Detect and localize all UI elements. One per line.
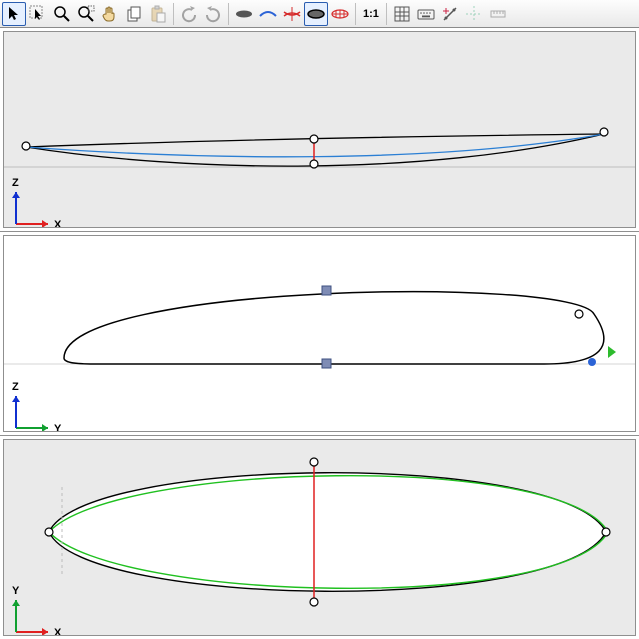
ellipse-wire-icon (331, 5, 349, 23)
ruler-toggle (486, 2, 510, 26)
mirror-curve-tool[interactable] (280, 2, 304, 26)
copy-tool[interactable] (122, 2, 146, 26)
ellipse-solid-icon (235, 5, 253, 23)
ellipse-outline-icon (307, 5, 325, 23)
axis-label-y: Y (12, 585, 20, 597)
guides-toggle (462, 2, 486, 26)
top-outline-view[interactable]: X Y (0, 436, 639, 639)
axis-label-z: Z (12, 177, 19, 189)
main-toolbar: 1:1 (0, 0, 639, 28)
pointer-icon (5, 5, 23, 23)
copy-icon (125, 5, 143, 23)
ratio-label: 1:1 (363, 8, 379, 20)
magnifier-icon (53, 5, 71, 23)
ruler-icon (489, 5, 507, 23)
zoom-tool[interactable] (50, 2, 74, 26)
pointer-tool[interactable] (2, 2, 26, 26)
axis-label-z: Z (12, 381, 19, 393)
grid-icon (393, 5, 411, 23)
paste-tool (146, 2, 170, 26)
wire-ellipse-tool[interactable] (328, 2, 352, 26)
guides-icon (465, 5, 483, 23)
axis-label-y: Y (54, 423, 62, 432)
viewport-stack: X Z Y Z (0, 28, 639, 639)
hand-icon (101, 5, 119, 23)
undo-tool (177, 2, 201, 26)
slice-view[interactable]: Y Z (0, 232, 639, 436)
solid-ellipse-tool[interactable] (232, 2, 256, 26)
keyboard-icon (417, 5, 435, 23)
snap-toggle[interactable] (438, 2, 462, 26)
zoom-box-tool[interactable] (74, 2, 98, 26)
mirror-curve-icon (283, 5, 301, 23)
pan-tool[interactable] (98, 2, 122, 26)
pointer-plus-icon (29, 5, 47, 23)
axis-label-x: X (54, 627, 62, 636)
axis-label-x: X (54, 219, 62, 228)
side-profile-view[interactable]: X Z (0, 28, 639, 232)
curve-slice-tool[interactable] (256, 2, 280, 26)
undo-icon (180, 5, 198, 23)
snap-icon (441, 5, 459, 23)
curve-slice-icon (259, 5, 277, 23)
paste-icon (149, 5, 167, 23)
outline-ellipse-tool[interactable] (304, 2, 328, 26)
magnifier-plus-icon (77, 5, 95, 23)
grid-toggle[interactable] (390, 2, 414, 26)
edit-pointer-tool[interactable] (26, 2, 50, 26)
redo-tool (201, 2, 225, 26)
keyboard-toggle[interactable] (414, 2, 438, 26)
redo-icon (204, 5, 222, 23)
